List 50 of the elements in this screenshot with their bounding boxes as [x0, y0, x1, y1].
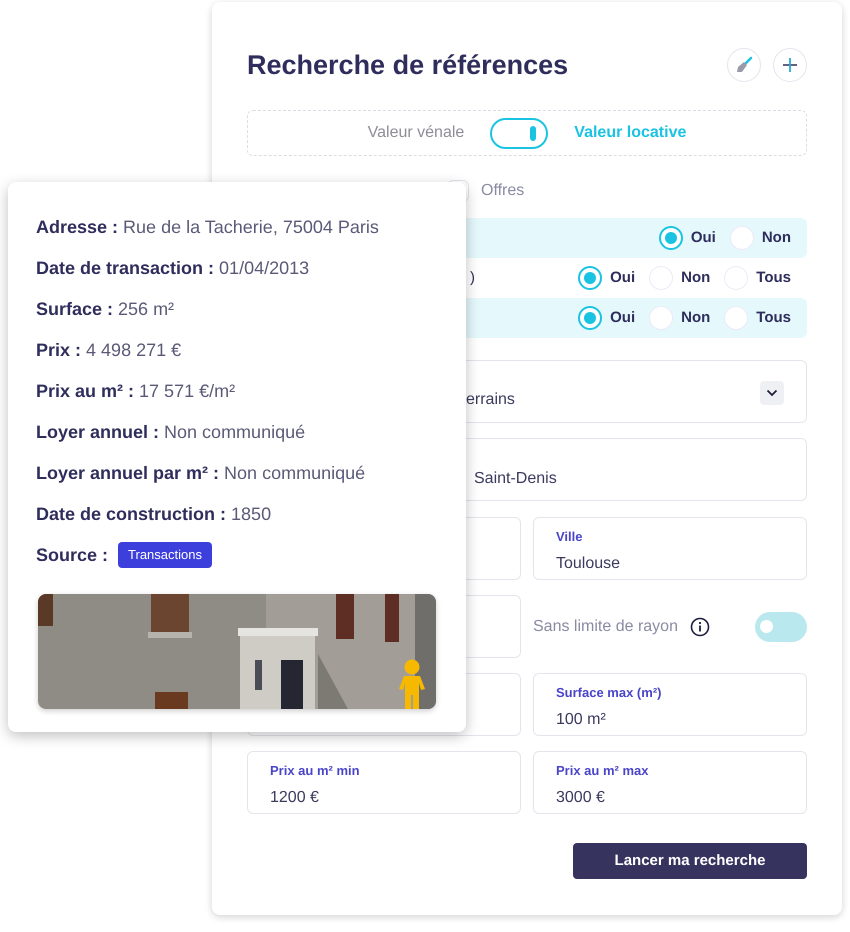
radio-label: Tous	[756, 308, 791, 328]
input-field[interactable]: Ville Toulouse	[533, 517, 807, 580]
source-label: Source :	[36, 544, 108, 566]
field-label: Prix au m² min	[270, 762, 361, 780]
input-field[interactable]: Prix au m² max 3000 €	[533, 751, 807, 814]
toggle-label: Valeur locative	[574, 123, 686, 143]
field-value: Toulouse	[556, 554, 622, 574]
toggle-switch[interactable]	[755, 612, 807, 642]
radio-button[interactable]	[578, 266, 602, 290]
panel-title: Recherche de références	[247, 48, 568, 82]
broom-icon	[735, 56, 753, 74]
radio-label: Non	[681, 308, 710, 328]
info-icon[interactable]	[690, 616, 710, 636]
detail-line: Surface : 256 m²	[36, 298, 176, 321]
field-label: Ville	[556, 528, 584, 546]
source-tag: Transactions	[118, 542, 212, 568]
detail-line: Date de construction : 1850	[36, 503, 272, 526]
radio-label: Non	[681, 268, 710, 288]
field-value: Saint-Denis	[474, 469, 557, 489]
radio-label: Oui	[690, 228, 716, 248]
input-field[interactable]: Surface max (m²) 100 m²	[533, 673, 807, 736]
detail-line: Prix au m² : 17 571 €/m²	[36, 380, 236, 403]
select-value: errains	[466, 390, 515, 410]
switch-label: Sans limite de rayon	[533, 616, 678, 636]
field-value: 1200 €	[270, 788, 320, 808]
radio-label: Oui	[610, 268, 636, 288]
clear-button[interactable]	[727, 48, 761, 82]
radio-button[interactable]	[658, 226, 683, 250]
row-label: )	[470, 268, 475, 288]
add-button[interactable]	[773, 48, 807, 82]
field-value: 100 m²	[556, 710, 607, 730]
toggle-label: Valeur vénale	[368, 123, 464, 143]
detail-line: Prix : 4 498 271 €	[36, 339, 182, 362]
radio-label: Oui	[610, 308, 636, 328]
field-label: Surface max (m²)	[556, 684, 662, 702]
chevron-down-icon	[766, 389, 778, 397]
dropdown-button[interactable]	[760, 381, 784, 405]
radio-button[interactable]	[578, 306, 602, 330]
field-value: 3000 €	[556, 788, 606, 808]
detail-line: Date de transaction : 01/04/2013	[36, 257, 310, 280]
toggle-switch[interactable]	[490, 118, 548, 148]
person-icon[interactable]	[398, 659, 426, 709]
input-field[interactable]: Prix au m² min 1200 €	[247, 751, 521, 814]
field-label: Prix au m² max	[556, 762, 650, 780]
detail-line: Adresse : Rue de la Tacherie, 75004 Paris	[36, 216, 380, 239]
radio-label: Non	[762, 228, 791, 248]
checkbox-label: Offres	[481, 181, 524, 201]
radio-label: Tous	[756, 268, 791, 288]
search-button[interactable]: Lancer ma recherche	[573, 843, 807, 879]
plus-icon	[782, 57, 798, 73]
